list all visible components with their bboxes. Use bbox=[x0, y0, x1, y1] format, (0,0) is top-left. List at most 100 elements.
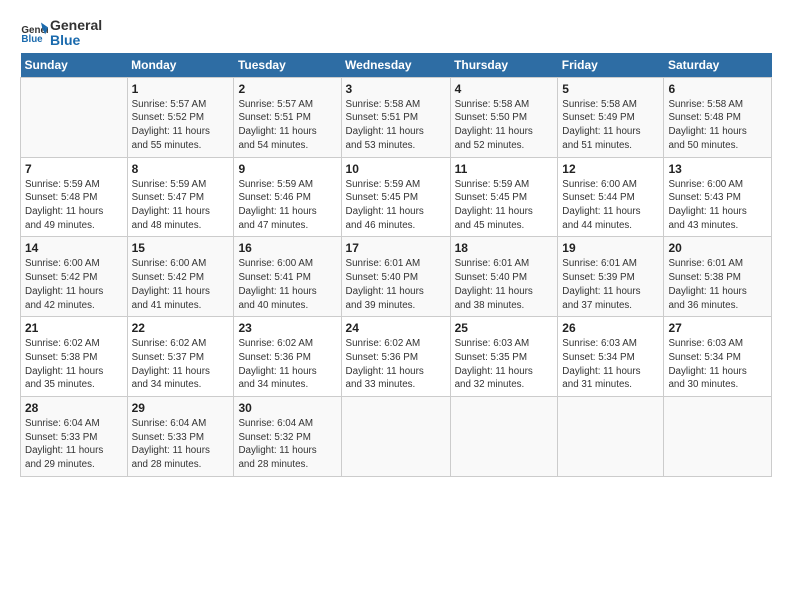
day-number: 8 bbox=[132, 162, 230, 176]
day-cell bbox=[558, 397, 664, 477]
day-cell: 3Sunrise: 5:58 AM Sunset: 5:51 PM Daylig… bbox=[341, 77, 450, 157]
day-cell: 13 Sunrise: 6:00 AM Sunset: 5:43 PM Dayli… bbox=[664, 157, 772, 237]
day-cell: 19 Sunrise: 6:01 AM Sunset: 5:39 PM Dayli… bbox=[558, 237, 664, 317]
day-cell: 16Sunrise: 6:00 AM Sunset: 5:41 PM Dayli… bbox=[234, 237, 341, 317]
day-cell: 28 Sunrise: 6:04 AM Sunset: 5:33 PM Dayli… bbox=[21, 397, 128, 477]
day-cell: 12 Sunrise: 6:00 AM Sunset: 5:44 PM Dayli… bbox=[558, 157, 664, 237]
day-info: Sunrise: 5:59 AM Sunset: 5:48 PM Dayligh… bbox=[25, 178, 123, 233]
day-cell: 21Sunrise: 6:02 AM Sunset: 5:38 PM Dayli… bbox=[21, 317, 128, 397]
day-info: Sunrise: 5:59 AM Sunset: 5:45 PM Dayligh… bbox=[346, 178, 446, 233]
day-number: 10 bbox=[346, 162, 446, 176]
col-header-friday: Friday bbox=[558, 53, 664, 78]
day-number: 29 bbox=[132, 401, 230, 415]
day-cell: 10 Sunrise: 5:59 AM Sunset: 5:45 PM Dayli… bbox=[341, 157, 450, 237]
day-number: 30 bbox=[238, 401, 336, 415]
day-number: 5 bbox=[562, 82, 659, 96]
day-info: Sunrise: 5:58 AM Sunset: 5:49 PM Dayligh… bbox=[562, 98, 659, 153]
day-cell: 9Sunrise: 5:59 AM Sunset: 5:46 PM Daylig… bbox=[234, 157, 341, 237]
col-header-monday: Monday bbox=[127, 53, 234, 78]
day-cell: 20Sunrise: 6:01 AM Sunset: 5:38 PM Dayli… bbox=[664, 237, 772, 317]
day-info: Sunrise: 6:00 AM Sunset: 5:42 PM Dayligh… bbox=[132, 257, 230, 312]
col-header-tuesday: Tuesday bbox=[234, 53, 341, 78]
day-cell: 1 Sunrise: 5:57 AM Sunset: 5:52 PM Daylig… bbox=[127, 77, 234, 157]
day-cell: 4Sunrise: 5:58 AM Sunset: 5:50 PM Daylig… bbox=[450, 77, 558, 157]
day-cell bbox=[341, 397, 450, 477]
day-cell bbox=[21, 77, 128, 157]
column-headers: SundayMondayTuesdayWednesdayThursdayFrid… bbox=[21, 53, 772, 78]
week-row-1: 1 Sunrise: 5:57 AM Sunset: 5:52 PM Daylig… bbox=[21, 77, 772, 157]
week-row-3: 14 Sunrise: 6:00 AM Sunset: 5:42 PM Dayli… bbox=[21, 237, 772, 317]
week-row-2: 7 Sunrise: 5:59 AM Sunset: 5:48 PM Daylig… bbox=[21, 157, 772, 237]
day-info: Sunrise: 5:58 AM Sunset: 5:48 PM Dayligh… bbox=[668, 98, 767, 153]
day-number: 14 bbox=[25, 241, 123, 255]
col-header-sunday: Sunday bbox=[21, 53, 128, 78]
day-number: 27 bbox=[668, 321, 767, 335]
logo-line2: Blue bbox=[50, 33, 102, 48]
day-info: Sunrise: 6:02 AM Sunset: 5:37 PM Dayligh… bbox=[132, 337, 230, 392]
day-number: 2 bbox=[238, 82, 336, 96]
logo: General Blue General Blue bbox=[20, 18, 102, 49]
day-cell bbox=[664, 397, 772, 477]
day-cell: 14 Sunrise: 6:00 AM Sunset: 5:42 PM Dayli… bbox=[21, 237, 128, 317]
day-info: Sunrise: 6:02 AM Sunset: 5:36 PM Dayligh… bbox=[238, 337, 336, 392]
day-cell: 17Sunrise: 6:01 AM Sunset: 5:40 PM Dayli… bbox=[341, 237, 450, 317]
day-number: 12 bbox=[562, 162, 659, 176]
day-info: Sunrise: 5:57 AM Sunset: 5:51 PM Dayligh… bbox=[238, 98, 336, 153]
day-number: 16 bbox=[238, 241, 336, 255]
header: General Blue General Blue bbox=[20, 18, 772, 49]
day-number: 18 bbox=[455, 241, 554, 255]
day-number: 19 bbox=[562, 241, 659, 255]
day-info: Sunrise: 6:01 AM Sunset: 5:38 PM Dayligh… bbox=[668, 257, 767, 312]
day-number: 25 bbox=[455, 321, 554, 335]
day-cell: 11 Sunrise: 5:59 AM Sunset: 5:45 PM Dayli… bbox=[450, 157, 558, 237]
day-number: 4 bbox=[455, 82, 554, 96]
day-cell: 23Sunrise: 6:02 AM Sunset: 5:36 PM Dayli… bbox=[234, 317, 341, 397]
day-info: Sunrise: 5:57 AM Sunset: 5:52 PM Dayligh… bbox=[132, 98, 230, 153]
day-cell: 26Sunrise: 6:03 AM Sunset: 5:34 PM Dayli… bbox=[558, 317, 664, 397]
day-info: Sunrise: 6:00 AM Sunset: 5:44 PM Dayligh… bbox=[562, 178, 659, 233]
day-number: 15 bbox=[132, 241, 230, 255]
day-info: Sunrise: 6:03 AM Sunset: 5:35 PM Dayligh… bbox=[455, 337, 554, 392]
day-cell: 2 Sunrise: 5:57 AM Sunset: 5:51 PM Daylig… bbox=[234, 77, 341, 157]
week-row-4: 21Sunrise: 6:02 AM Sunset: 5:38 PM Dayli… bbox=[21, 317, 772, 397]
day-info: Sunrise: 6:01 AM Sunset: 5:39 PM Dayligh… bbox=[562, 257, 659, 312]
day-info: Sunrise: 6:01 AM Sunset: 5:40 PM Dayligh… bbox=[346, 257, 446, 312]
day-info: Sunrise: 5:59 AM Sunset: 5:45 PM Dayligh… bbox=[455, 178, 554, 233]
day-number: 21 bbox=[25, 321, 123, 335]
day-number: 28 bbox=[25, 401, 123, 415]
day-cell: 22 Sunrise: 6:02 AM Sunset: 5:37 PM Dayli… bbox=[127, 317, 234, 397]
page: General Blue General Blue SundayMondayTu… bbox=[0, 0, 792, 487]
day-cell: 18 Sunrise: 6:01 AM Sunset: 5:40 PM Dayli… bbox=[450, 237, 558, 317]
logo-icon: General Blue bbox=[20, 19, 48, 47]
day-cell bbox=[450, 397, 558, 477]
day-cell: 5 Sunrise: 5:58 AM Sunset: 5:49 PM Daylig… bbox=[558, 77, 664, 157]
day-cell: 8 Sunrise: 5:59 AM Sunset: 5:47 PM Daylig… bbox=[127, 157, 234, 237]
day-cell: 29 Sunrise: 6:04 AM Sunset: 5:33 PM Dayli… bbox=[127, 397, 234, 477]
day-info: Sunrise: 6:01 AM Sunset: 5:40 PM Dayligh… bbox=[455, 257, 554, 312]
day-number: 3 bbox=[346, 82, 446, 96]
day-number: 7 bbox=[25, 162, 123, 176]
day-cell: 30 Sunrise: 6:04 AM Sunset: 5:32 PM Dayli… bbox=[234, 397, 341, 477]
day-number: 6 bbox=[668, 82, 767, 96]
day-info: Sunrise: 5:59 AM Sunset: 5:47 PM Dayligh… bbox=[132, 178, 230, 233]
col-header-thursday: Thursday bbox=[450, 53, 558, 78]
day-number: 1 bbox=[132, 82, 230, 96]
day-info: Sunrise: 6:00 AM Sunset: 5:43 PM Dayligh… bbox=[668, 178, 767, 233]
day-cell: 15 Sunrise: 6:00 AM Sunset: 5:42 PM Dayli… bbox=[127, 237, 234, 317]
day-info: Sunrise: 6:04 AM Sunset: 5:33 PM Dayligh… bbox=[25, 417, 123, 472]
day-info: Sunrise: 6:00 AM Sunset: 5:42 PM Dayligh… bbox=[25, 257, 123, 312]
day-cell: 25 Sunrise: 6:03 AM Sunset: 5:35 PM Dayli… bbox=[450, 317, 558, 397]
day-number: 11 bbox=[455, 162, 554, 176]
day-number: 22 bbox=[132, 321, 230, 335]
day-info: Sunrise: 6:04 AM Sunset: 5:32 PM Dayligh… bbox=[238, 417, 336, 472]
calendar-body: 1 Sunrise: 5:57 AM Sunset: 5:52 PM Daylig… bbox=[21, 77, 772, 476]
day-info: Sunrise: 6:03 AM Sunset: 5:34 PM Dayligh… bbox=[668, 337, 767, 392]
day-info: Sunrise: 6:02 AM Sunset: 5:36 PM Dayligh… bbox=[346, 337, 446, 392]
day-info: Sunrise: 6:04 AM Sunset: 5:33 PM Dayligh… bbox=[132, 417, 230, 472]
day-info: Sunrise: 5:59 AM Sunset: 5:46 PM Dayligh… bbox=[238, 178, 336, 233]
logo-line1: General bbox=[50, 18, 102, 33]
col-header-saturday: Saturday bbox=[664, 53, 772, 78]
day-number: 13 bbox=[668, 162, 767, 176]
day-cell: 27 Sunrise: 6:03 AM Sunset: 5:34 PM Dayli… bbox=[664, 317, 772, 397]
svg-text:Blue: Blue bbox=[21, 34, 43, 45]
